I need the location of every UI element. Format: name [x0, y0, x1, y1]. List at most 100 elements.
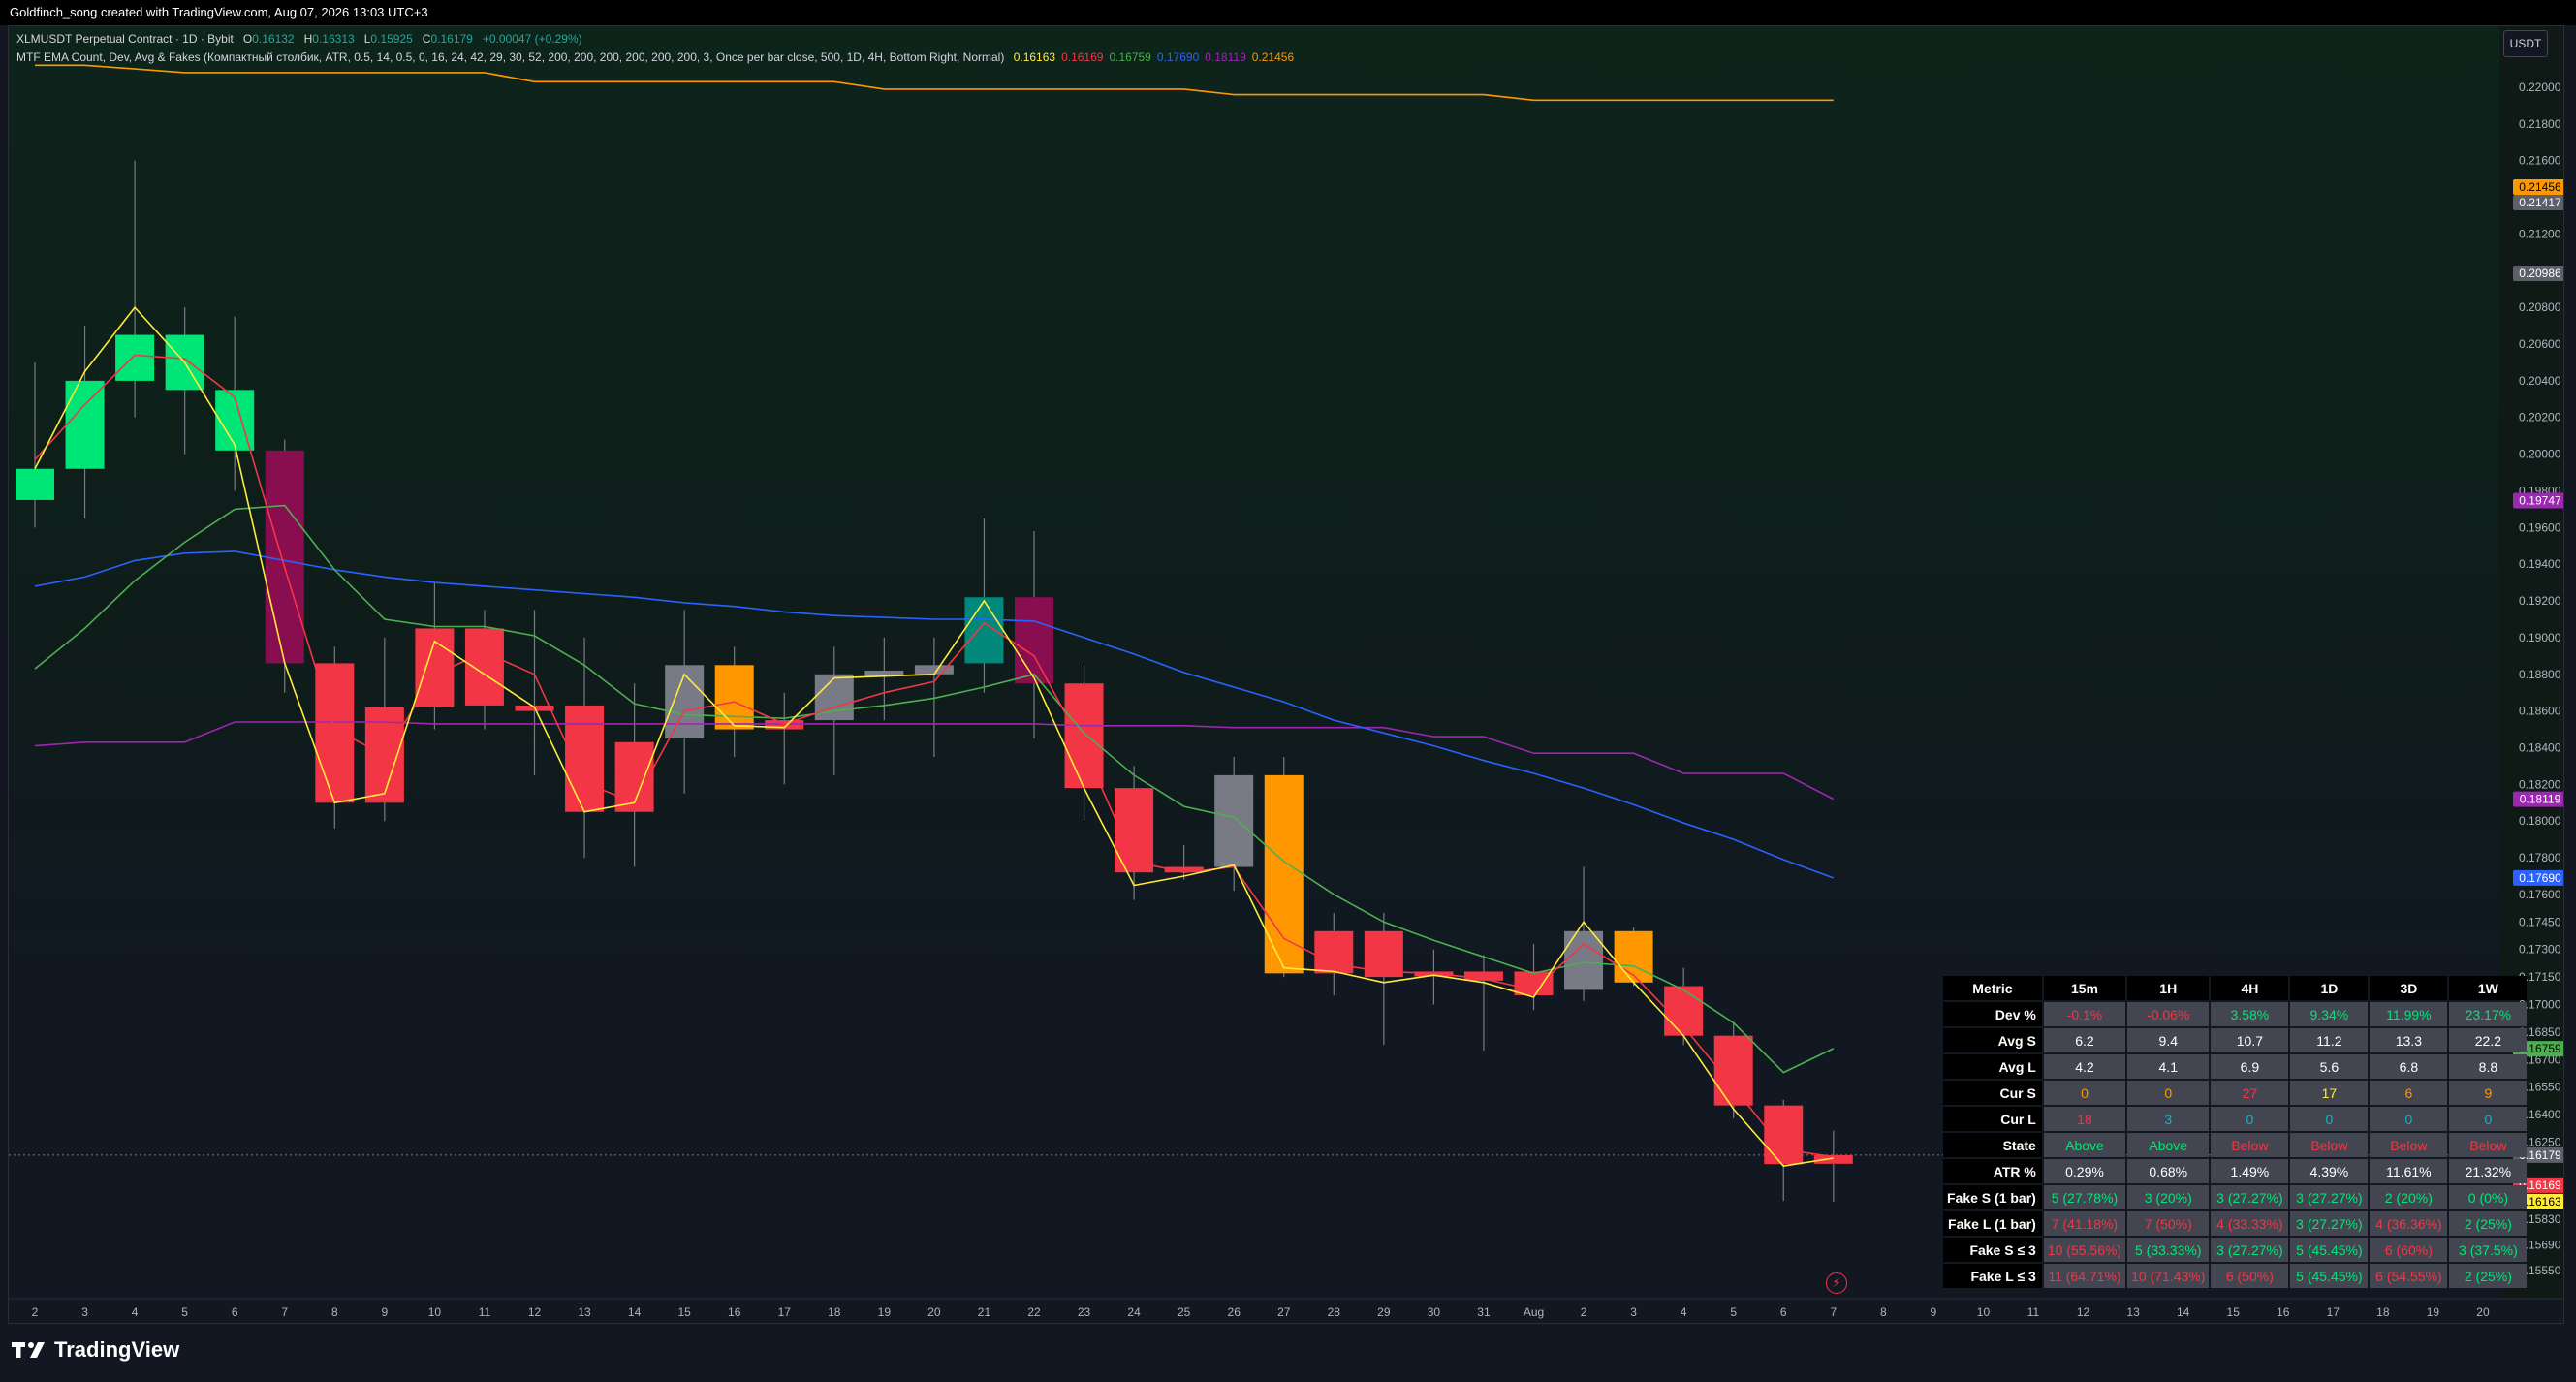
- stats-row-label: Dev %: [1943, 1002, 2042, 1026]
- candle-body: [1214, 774, 1254, 867]
- stats-cell: Above: [2127, 1133, 2210, 1157]
- time-tick-label: 11: [479, 1305, 491, 1319]
- indicator-values: 0.16163 0.16169 0.16759 0.17690 0.18119 0.214…: [1008, 50, 1294, 64]
- stats-cell: 5 (33.33%): [2127, 1238, 2210, 1262]
- candle-body: [1314, 930, 1354, 974]
- time-tick-label: 27: [1277, 1305, 1291, 1319]
- candle-body: [16, 468, 54, 500]
- stats-cell: 0: [2211, 1107, 2289, 1131]
- stats-cell: 6 (50%): [2211, 1264, 2289, 1288]
- stats-row: Fake L (1 bar) 7 (41.18%) 7 (50%) 4 (33.33%…: [1943, 1211, 2528, 1236]
- time-tick-label: 24: [1127, 1305, 1141, 1319]
- stats-cell: 6 (60%): [2370, 1238, 2448, 1262]
- ohlc-open: 0.16132: [252, 32, 295, 46]
- candle-body: [1514, 971, 1554, 996]
- stats-cell: 0: [2127, 1081, 2210, 1105]
- ohlc-open-label: O: [242, 32, 253, 46]
- price-marker-label: 0.19747: [2519, 493, 2561, 507]
- stats-cell: 6.8: [2370, 1054, 2448, 1079]
- stats-cell: 3 (27.27%): [2290, 1211, 2369, 1236]
- stats-row-label: Fake L ≤ 3: [1943, 1264, 2042, 1288]
- stats-row-label: Cur S: [1943, 1081, 2042, 1105]
- stats-row: Avg L 4.2 4.1 6.9 5.6 6.8 8.8: [1943, 1054, 2528, 1079]
- stats-row: Cur L 18 3 0 0 0 0: [1943, 1107, 2528, 1131]
- candle-body: [964, 597, 1004, 664]
- price-tick-label: 0.22000: [2519, 80, 2561, 94]
- stats-cell: 9: [2449, 1081, 2528, 1105]
- stats-cell: 4.39%: [2290, 1159, 2369, 1183]
- stats-header-cell: 1H: [2127, 976, 2210, 1000]
- stats-cell: 11.2: [2290, 1028, 2369, 1052]
- ema-line: [35, 64, 1834, 102]
- symbol-name[interactable]: XLMUSDT Perpetual Contract · 1D · Bybit: [16, 32, 234, 46]
- time-tick-label: 31: [1477, 1305, 1491, 1319]
- stats-cell: -0.1%: [2043, 1002, 2126, 1026]
- stats-row: Dev % -0.1% -0.06% 3.58% 9.34% 11.99% 23.17%: [1943, 1002, 2528, 1026]
- footer-bar: TradingView: [0, 1324, 2576, 1382]
- candle-body: [1064, 683, 1104, 789]
- price-marker-label: 0.18119: [2520, 793, 2561, 806]
- time-tick-label: 16: [2277, 1305, 2290, 1319]
- time-tick-label: 2: [1581, 1305, 1587, 1319]
- price-tick-label: 0.18000: [2519, 814, 2561, 828]
- price-tick-label: 0.20000: [2519, 448, 2561, 461]
- price-tick-label: 0.20400: [2519, 374, 2561, 388]
- stats-body: Dev % -0.1% -0.06% 3.58% 9.34% 11.99% 23.17% Av…: [1943, 1002, 2528, 1288]
- stats-cell: 3: [2127, 1107, 2210, 1131]
- time-tick-label: 16: [728, 1305, 741, 1319]
- stats-cell: 3 (37.5%): [2449, 1238, 2528, 1262]
- stats-header-cell: 1D: [2290, 976, 2369, 1000]
- price-tick-label: 0.21600: [2519, 154, 2561, 168]
- stats-cell: 5 (27.78%): [2043, 1185, 2126, 1209]
- stats-cell: 4.2: [2043, 1054, 2126, 1079]
- stats-cell: 6: [2370, 1081, 2448, 1105]
- price-tick-label: 0.19200: [2519, 594, 2561, 608]
- stats-cell: Below: [2290, 1133, 2369, 1157]
- time-tick-label: 10: [428, 1305, 442, 1319]
- header-title: Goldfinch_song created with TradingView.…: [10, 5, 428, 19]
- stats-header-cell: 4H: [2211, 976, 2289, 1000]
- stats-header-cell: 1W: [2449, 976, 2528, 1000]
- time-tick-label: 15: [677, 1305, 691, 1319]
- time-tick-label: 18: [828, 1305, 841, 1319]
- candle-body: [464, 628, 504, 706]
- chart-frame[interactable]: 0.220000.218000.216000.212000.210000.208…: [8, 25, 2564, 1324]
- time-tick-label: 11: [2027, 1305, 2040, 1319]
- time-tick-label: 17: [2327, 1305, 2340, 1319]
- stats-row: Cur S 0 0 27 17 6 9: [1943, 1081, 2528, 1105]
- stats-cell: 4.1: [2127, 1054, 2210, 1079]
- stats-cell: 0: [2043, 1081, 2126, 1105]
- price-marker-label: 0.17690: [2519, 871, 2561, 885]
- indicator-value: 0.17690: [1156, 50, 1200, 64]
- stats-row-label: Fake S ≤ 3: [1943, 1238, 2042, 1262]
- stats-header-cell: Metric: [1943, 976, 2042, 1000]
- time-tick-label: 6: [1780, 1305, 1787, 1319]
- stats-cell: 0.68%: [2127, 1159, 2210, 1183]
- price-tick-label: 0.19400: [2519, 557, 2561, 571]
- stats-cell: 7 (50%): [2127, 1211, 2210, 1236]
- stats-cell: 2 (25%): [2449, 1264, 2528, 1288]
- stats-row: Fake S ≤ 3 10 (55.56%) 5 (33.33%) 3 (27.27%…: [1943, 1238, 2528, 1262]
- stats-cell: 6.2: [2043, 1028, 2126, 1052]
- indicator-name[interactable]: MTF EMA Count, Dev, Avg & Fakes (Компакт…: [16, 50, 1004, 64]
- price-tick-label: 0.21800: [2519, 117, 2561, 131]
- currency-button[interactable]: USDT: [2503, 30, 2548, 57]
- stats-cell: 0.29%: [2043, 1159, 2126, 1183]
- stats-cell: Below: [2211, 1133, 2289, 1157]
- stats-cell: 6 (54.55%): [2370, 1264, 2448, 1288]
- stats-cell: -0.06%: [2127, 1002, 2210, 1026]
- stats-row-label: Avg S: [1943, 1028, 2042, 1052]
- time-tick-label: Aug: [1524, 1305, 1544, 1319]
- price-tick-label: 0.17450: [2519, 915, 2561, 928]
- header-bar: Goldfinch_song created with TradingView.…: [0, 0, 2576, 25]
- time-tick-label: 8: [1880, 1305, 1887, 1319]
- time-tick-label: 12: [528, 1305, 542, 1319]
- stats-cell: 10.7: [2211, 1028, 2289, 1052]
- time-tick-label: 7: [281, 1305, 288, 1319]
- stats-row: Fake S (1 bar) 5 (27.78%) 3 (20%) 3 (27.27%…: [1943, 1185, 2528, 1209]
- price-tick-label: 0.21200: [2519, 227, 2561, 240]
- time-tick-label: 30: [1428, 1305, 1441, 1319]
- lightning-icon[interactable]: ⚡: [1826, 1272, 1847, 1294]
- time-tick-label: 23: [1078, 1305, 1091, 1319]
- candle-body: [565, 705, 605, 812]
